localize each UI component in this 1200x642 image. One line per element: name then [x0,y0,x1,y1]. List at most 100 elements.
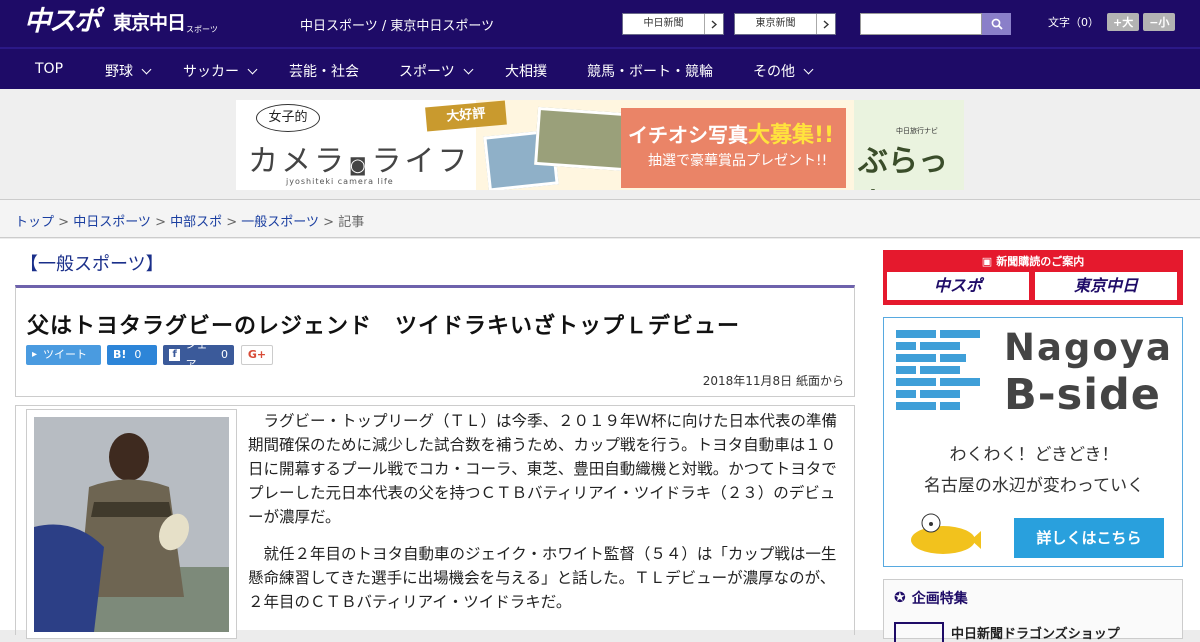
breadcrumb-chunichi-sports[interactable]: 中日スポーツ [73,215,151,230]
breadcrumb-top[interactable]: トップ [15,215,54,230]
subscription-banner: ▣ 新聞購読のご案内 中スポ 東京中日 [883,250,1183,305]
sites-label: 中日スポーツ / 東京中日スポーツ [300,19,495,34]
breadcrumb-general-sports[interactable]: 一般スポーツ [241,215,319,230]
nav-other[interactable]: その他 [753,61,814,81]
facebook-share-button[interactable]: f シェア 0 [163,338,234,371]
sidebar: ▣ 新聞購読のご案内 中スポ 東京中日 Nagoya B-side わくわく！どき… [883,250,1183,642]
ad-ichioshi-text: イチオシ写真 [628,123,748,147]
font-size-control: 文字（0） +大 −小 [1048,13,1176,31]
tweet-button[interactable]: ▸ ツイート [26,345,101,365]
ad-photo-2 [534,106,628,172]
article-body: ラグビー・トップリーグ（ＴＬ）は今季、２０１９年Ｗ杯に向けた日本代表の準備期間確… [15,405,855,639]
main-nav: TOP 野球 サッカー 芸能・社会 スポーツ 大相撲 競馬・ボート・競輪 その他 [0,47,1200,89]
bside-title-line2: B-side [1004,370,1161,420]
ad-camera-text: カメラ ◙ライフ [248,136,470,180]
feature-item-link[interactable]: 中日新聞ドラゴンズショップ [951,623,1120,642]
article-photo[interactable] [26,409,237,639]
nav-entertainment[interactable]: 芸能・社会 [289,61,359,81]
nav-sumo[interactable]: 大相撲 [505,61,547,81]
main-content: 【一般スポーツ】 父はトヨタラグビーのレジェンド ツイドラキいざトップＬデビュー… [0,239,1200,642]
site-header: 中スポ 東京中日 スポーツ 中日スポーツ / 東京中日スポーツ 中日新聞 東京新… [0,0,1200,47]
chunichi-shimbun-label: 中日新聞 [643,18,684,29]
chevron-down-icon [141,64,152,74]
feature-title: ✪ 企画特集 [894,588,968,608]
google-plus-button[interactable]: G+ [241,345,273,365]
subscription-title-text: 新聞購読のご案内 [996,255,1085,268]
facebook-icon: f [169,349,181,361]
article-paragraph: ラグビー・トップリーグ（ＴＬ）は今季、２０１９年Ｗ杯に向けた日本代表の準備期間確… [248,412,838,526]
category-heading[interactable]: 【一般スポーツ】 [20,250,164,276]
article-date: 2018年11月8日 紙面から [702,374,844,388]
nav-label: スポーツ [399,64,455,80]
chevron-down-icon [247,64,258,74]
nav-baseball[interactable]: 野球 [105,61,152,81]
breadcrumb-chubu-spo[interactable]: 中部スポ [170,215,222,230]
nav-soccer[interactable]: サッカー [183,61,258,81]
fish-mascot-icon [911,513,981,554]
chunichi-shimbun-link[interactable]: 中日新聞 [622,13,724,35]
tokyo-shimbun-link[interactable]: 東京新聞 [734,13,836,35]
bside-details-button[interactable]: 詳しくはこちら [1014,518,1164,558]
ad-roman: jyoshiteki camera life [286,177,394,186]
font-larger-button[interactable]: +大 [1107,13,1140,31]
ad-area: 女子的 カメラ ◙ライフ jyoshiteki camera life 大好評 イ… [0,89,1200,200]
feature-box: ✪ 企画特集 中日新聞ドラゴンズショップ [883,579,1183,642]
nav-label: 野球 [105,64,133,80]
article-title: 父はトヨタラグビーのレジェンド ツイドラキいざトップＬデビュー [27,314,741,339]
ad-life-word: ライフ [371,144,471,179]
chevron-down-icon [803,64,814,74]
nagoya-bside-ad[interactable]: Nagoya B-side わくわく！どきどき！ 名古屋の水辺が変わっていく 詳… [883,317,1183,567]
rugby-player-photo [34,417,229,632]
ad-prize: 抽選で豪華賞品プレゼント!! [648,153,828,169]
chevron-right-icon [816,14,835,34]
breadcrumb-current: 記事 [338,215,365,230]
nav-label: 芸能・社会 [289,64,359,80]
ad-navi: 中日旅行ナビ [896,127,938,135]
subscribe-tokyo-chunichi-button[interactable]: 東京中日 [1035,272,1177,300]
ad-brand: ぶらっ人 [858,144,948,190]
nav-label: サッカー [183,64,239,80]
ad-camera-word: カメラ [248,144,347,179]
search-icon [991,18,1003,30]
nav-top[interactable]: TOP [35,61,63,77]
subscription-title: ▣ 新聞購読のご案内 [883,250,1183,269]
breadcrumb: トップ > 中日スポーツ > 中部スポ > 一般スポーツ > 記事 [0,200,1200,238]
nav-label: 競馬・ボート・競輪 [587,64,713,80]
nav-label: その他 [753,64,795,80]
bside-copy-2: 名古屋の水辺が変わっていく [923,476,1145,496]
ad-joshi-bubble: 女子的 [256,104,320,132]
newspaper-icon: ▣ [981,255,993,268]
twitter-icon: ▸ [32,349,38,360]
subscribe-chuspo-button[interactable]: 中スポ [887,272,1029,300]
camera-icon: ◙ [349,155,370,176]
font-size-label: 文字（0） [1048,16,1099,29]
ad-daiboshu-text: 大募集!! [748,123,835,148]
font-smaller-button[interactable]: −小 [1143,13,1176,31]
share-count: 0 [221,348,228,361]
bside-brick-logo [896,330,980,410]
hatena-bookmark-button[interactable]: B! 0 [107,345,157,365]
share-label: シェア [185,338,208,371]
nav-label: 大相撲 [505,64,547,80]
site-logo[interactable]: 中スポ 東京中日 スポーツ [24,7,218,37]
logo-sports: スポーツ [186,25,218,34]
camera-life-ad-banner[interactable]: 女子的 カメラ ◙ライフ jyoshiteki camera life 大好評 イ… [236,100,964,190]
search-button[interactable] [982,13,1011,35]
search-box [860,13,1011,35]
logo-tokyo-chunichi: 東京中日 [113,12,186,34]
logo-chuspo: 中スポ [24,6,101,37]
article-text: ラグビー・トップリーグ（ＴＬ）は今季、２０１９年Ｗ杯に向けた日本代表の準備期間確… [248,409,846,627]
ribbon-icon: ✪ [894,590,906,606]
hatena-icon: B! [113,348,127,361]
bside-copy-1: わくわく！どきどき！ [949,445,1119,465]
nav-keiba[interactable]: 競馬・ボート・競輪 [587,61,713,81]
search-input[interactable] [860,13,982,35]
feature-title-text: 企画特集 [911,591,968,607]
nav-sports[interactable]: スポーツ [399,61,474,81]
ad-ichioshi: イチオシ写真大募集!! [628,117,834,149]
article-header: 父はトヨタラグビーのレジェンド ツイドラキいざトップＬデビュー ▸ ツイート B!… [15,285,855,397]
dragons-shop-thumbnail [894,622,944,642]
hatena-count: 0 [134,348,142,361]
nav-label: TOP [35,61,64,77]
article-paragraph: 就任２年目のトヨタ自動車のジェイク・ホワイト監督（５４）は「カップ戦は一生懸命練… [248,545,837,611]
